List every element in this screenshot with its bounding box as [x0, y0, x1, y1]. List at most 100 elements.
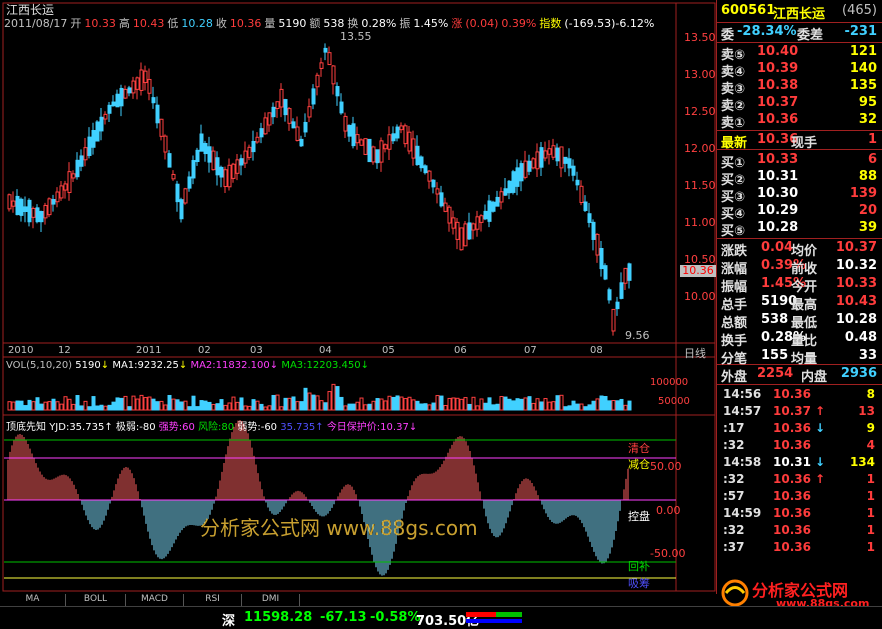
quote-panel: 600561 江西长运 (465) 委 -28.34% 委差 -231 最新 1…	[716, 0, 882, 594]
ask-row-value2: 32	[858, 112, 877, 127]
candle-body	[287, 108, 292, 124]
candle-body	[579, 185, 584, 204]
candle-body	[439, 192, 444, 207]
candle-body	[547, 148, 552, 155]
candle-body	[151, 97, 156, 104]
kline-chart[interactable]	[0, 0, 716, 594]
volume-bar	[63, 396, 68, 411]
volume-bar	[351, 403, 356, 411]
volume-bar	[315, 395, 320, 411]
candle-body	[591, 221, 596, 240]
info-vol-label: 量	[264, 17, 276, 29]
daily-label[interactable]: 日线	[684, 345, 706, 361]
candle-body	[535, 151, 540, 170]
price-tick: 11.50	[684, 179, 716, 192]
tab-dmi[interactable]: DMI	[242, 594, 300, 606]
candle-body	[35, 207, 40, 223]
candle-body	[279, 88, 284, 108]
tick-price: 10.36	[773, 523, 811, 537]
bid-row-value2: 20	[858, 203, 877, 218]
candle-body	[295, 126, 300, 141]
vol-title: VOL(5,10,20) 5190↓ MA1:9232.25↓ MA2:1183…	[6, 360, 369, 371]
tick-volume: 134	[849, 455, 875, 469]
candle-body	[67, 171, 72, 193]
candle-body	[55, 191, 60, 203]
volume-bar	[411, 399, 416, 411]
tick-row: :57 10.36 1	[721, 489, 879, 506]
volume-bar	[43, 401, 48, 411]
candle-body	[267, 112, 272, 126]
info-idx: (-169.53)-6.12%	[564, 17, 655, 29]
volume-bar	[535, 398, 540, 411]
volume-bar	[303, 387, 308, 411]
price-tick: 12.00	[684, 142, 716, 155]
volume-bar	[347, 403, 352, 411]
volume-bar	[19, 400, 24, 411]
ind-name: 顶底先知	[6, 422, 46, 433]
stock-code: 600561	[721, 3, 776, 18]
volume-bar	[359, 397, 364, 411]
ask-row-value2: 121	[849, 44, 877, 59]
volume-bar	[99, 404, 104, 411]
candle-body	[503, 188, 508, 196]
volume-bar	[219, 399, 224, 411]
tick-time: 14:58	[723, 455, 762, 469]
volume-bar	[91, 396, 96, 411]
tab-ma[interactable]: MA	[0, 594, 66, 606]
volume-bar	[151, 398, 156, 411]
candle-body	[607, 289, 612, 301]
info-high: 10.43	[132, 17, 165, 29]
volume-bar	[407, 396, 412, 411]
candle-body	[559, 146, 564, 169]
vol-axis-top: 100000	[650, 377, 689, 388]
candle-body	[15, 195, 20, 216]
candle-body	[171, 173, 176, 180]
candle-body	[335, 86, 340, 97]
indicator-title: 顶底先知 YJD:35.735↑ 极弱:-80 强势:60 风险:80 弱势:-…	[6, 422, 418, 433]
price-tick: 12.50	[684, 105, 716, 118]
watermark: 分析家公式网 www.88gs.com	[200, 516, 478, 540]
label-qingcang: 清仓	[628, 442, 650, 455]
candle-body	[203, 142, 208, 155]
volume-bar	[71, 403, 76, 411]
candle-body	[179, 199, 184, 220]
candle-body	[603, 265, 608, 280]
candle-body	[467, 222, 472, 240]
candle-body	[323, 47, 328, 53]
market-pct: -0.58%	[370, 610, 421, 625]
ask-row-value2: 135	[849, 78, 877, 93]
tab-boll[interactable]: BOLL	[66, 594, 126, 606]
candle-body	[475, 216, 480, 230]
candle-body	[447, 206, 452, 224]
volume-bar	[131, 395, 136, 411]
volume-bar	[587, 404, 592, 411]
tick-volume: 9	[866, 421, 875, 435]
candle-body	[359, 139, 364, 146]
volume-bar	[591, 400, 596, 411]
candle-body	[191, 160, 196, 179]
price-tick: 13.00	[684, 68, 716, 81]
volume-bar	[15, 400, 20, 411]
volume-bar	[575, 403, 580, 411]
stat-row-value: 155	[761, 348, 789, 363]
vol-ma2: MA2:11832.100	[190, 360, 270, 371]
stat-row-value2: 10.32	[835, 258, 877, 273]
volume-bars	[7, 383, 632, 411]
divider	[717, 149, 882, 150]
candle-body	[135, 77, 140, 90]
info-amp: 1.45%	[413, 17, 449, 29]
volume-bar	[503, 396, 508, 411]
divider	[717, 22, 882, 23]
volume-bar	[59, 403, 64, 411]
indicator-tabs[interactable]: MA BOLL MACD RSI DMI	[0, 594, 300, 606]
volume-bar	[435, 395, 440, 411]
price-info-bar: 2011/08/17 开 10.33 高 10.43 低 10.28 收 10.36 量 5190 额…	[4, 15, 680, 29]
info-idx-label: 指数	[539, 17, 562, 29]
chart-area[interactable]: 江西长运 2011/08/17 开 10.33 高 10.43 低 10.28 收 10.36 量…	[0, 0, 716, 594]
tab-macd[interactable]: MACD	[126, 594, 184, 606]
volume-bar	[31, 401, 36, 411]
tick-price: 10.36	[773, 489, 811, 503]
candle-body	[347, 124, 352, 137]
bid-row-value: 10.33	[757, 152, 799, 167]
tab-rsi[interactable]: RSI	[184, 594, 242, 606]
